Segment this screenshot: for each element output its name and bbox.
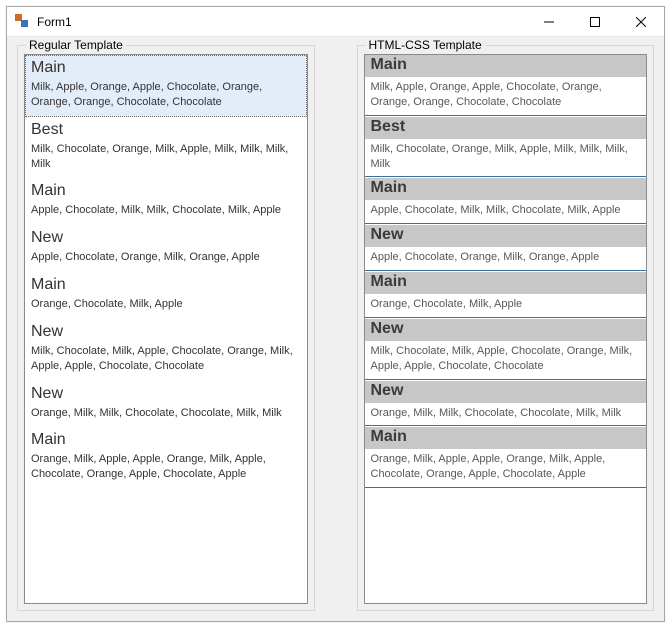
close-icon [636,17,646,27]
list-item-title: Main [31,59,301,77]
groupbox-htmlcss-legend: HTML-CSS Template [366,38,485,52]
list-item[interactable]: New Orange, Milk, Milk, Chocolate, Choco… [25,381,307,428]
titlebar: Form1 [7,7,664,37]
minimize-icon [544,17,554,27]
list-item-title: Main [31,182,301,200]
list-item[interactable]: Main Orange, Chocolate, Milk, Apple [365,272,647,319]
list-item-title: Best [31,121,301,139]
list-item[interactable]: Main Apple, Chocolate, Milk, Milk, Choco… [365,178,647,225]
list-item[interactable]: New Milk, Chocolate, Milk, Apple, Chocol… [365,319,647,381]
list-item-desc: Orange, Milk, Milk, Chocolate, Chocolate… [371,406,641,421]
list-item-title: New [31,229,301,247]
list-item[interactable]: Main Orange, Milk, Apple, Apple, Orange,… [365,427,647,489]
list-item-title: Main [31,431,301,449]
list-item-desc: Orange, Milk, Apple, Apple, Orange, Milk… [371,452,641,482]
list-item[interactable]: New Orange, Milk, Milk, Chocolate, Choco… [365,381,647,428]
list-item-title: New [371,226,641,244]
regular-list[interactable]: Main Milk, Apple, Orange, Apple, Chocola… [24,54,308,604]
list-item[interactable]: New Apple, Chocolate, Orange, Milk, Oran… [25,225,307,272]
list-item[interactable]: New Milk, Chocolate, Milk, Apple, Chocol… [25,319,307,381]
minimize-button[interactable] [526,7,572,36]
app-window: Form1 Regular Template Main Milk, Apple,… [6,6,665,622]
list-item-desc: Apple, Chocolate, Milk, Milk, Chocolate,… [371,203,641,218]
list-item[interactable]: Main Milk, Apple, Orange, Apple, Chocola… [25,55,307,117]
list-item-desc: Apple, Chocolate, Milk, Milk, Chocolate,… [31,203,301,218]
groupbox-regular: Regular Template Main Milk, Apple, Orang… [17,45,315,611]
list-item[interactable]: Best Milk, Chocolate, Orange, Milk, Appl… [365,117,647,179]
list-item-desc: Milk, Chocolate, Milk, Apple, Chocolate,… [31,344,301,374]
list-item-title: Best [371,118,641,136]
list-item[interactable]: New Apple, Chocolate, Orange, Milk, Oran… [365,225,647,272]
groupbox-regular-legend: Regular Template [26,38,126,52]
list-item-desc: Milk, Apple, Orange, Apple, Chocolate, O… [31,80,301,110]
list-item-desc: Orange, Milk, Apple, Apple, Orange, Milk… [31,452,301,482]
list-item-title: Main [371,428,641,446]
app-icon [15,14,31,30]
list-item-desc: Orange, Milk, Milk, Chocolate, Chocolate… [31,406,301,421]
maximize-icon [590,17,600,27]
list-item[interactable]: Best Milk, Chocolate, Orange, Milk, Appl… [25,117,307,179]
maximize-button[interactable] [572,7,618,36]
close-button[interactable] [618,7,664,36]
list-item-title: Main [371,179,641,197]
list-item-desc: Apple, Chocolate, Orange, Milk, Orange, … [371,250,641,265]
list-item[interactable]: Main Orange, Milk, Apple, Apple, Orange,… [25,427,307,489]
htmlcss-list[interactable]: Main Milk, Apple, Orange, Apple, Chocola… [364,54,648,604]
list-item-title: New [31,385,301,403]
list-item-title: New [31,323,301,341]
window-controls [526,7,664,36]
list-item[interactable]: Main Apple, Chocolate, Milk, Milk, Choco… [25,178,307,225]
list-item-desc: Apple, Chocolate, Orange, Milk, Orange, … [31,250,301,265]
list-item-title: New [371,320,641,338]
window-body: Regular Template Main Milk, Apple, Orang… [7,37,664,621]
list-item-desc: Milk, Chocolate, Orange, Milk, Apple, Mi… [31,142,301,172]
list-item-desc: Orange, Chocolate, Milk, Apple [31,297,301,312]
list-item-desc: Milk, Chocolate, Milk, Apple, Chocolate,… [371,344,641,374]
list-item-title: Main [31,276,301,294]
window-title: Form1 [37,15,72,29]
groupbox-htmlcss: HTML-CSS Template Main Milk, Apple, Oran… [357,45,655,611]
list-item-desc: Milk, Chocolate, Orange, Milk, Apple, Mi… [371,142,641,172]
list-item-desc: Milk, Apple, Orange, Apple, Chocolate, O… [371,80,641,110]
list-item[interactable]: Main Orange, Chocolate, Milk, Apple [25,272,307,319]
list-item-title: Main [371,273,641,291]
list-item-title: Main [371,56,641,74]
list-item[interactable]: Main Milk, Apple, Orange, Apple, Chocola… [365,55,647,117]
list-item-desc: Orange, Chocolate, Milk, Apple [371,297,641,312]
list-item-title: New [371,382,641,400]
